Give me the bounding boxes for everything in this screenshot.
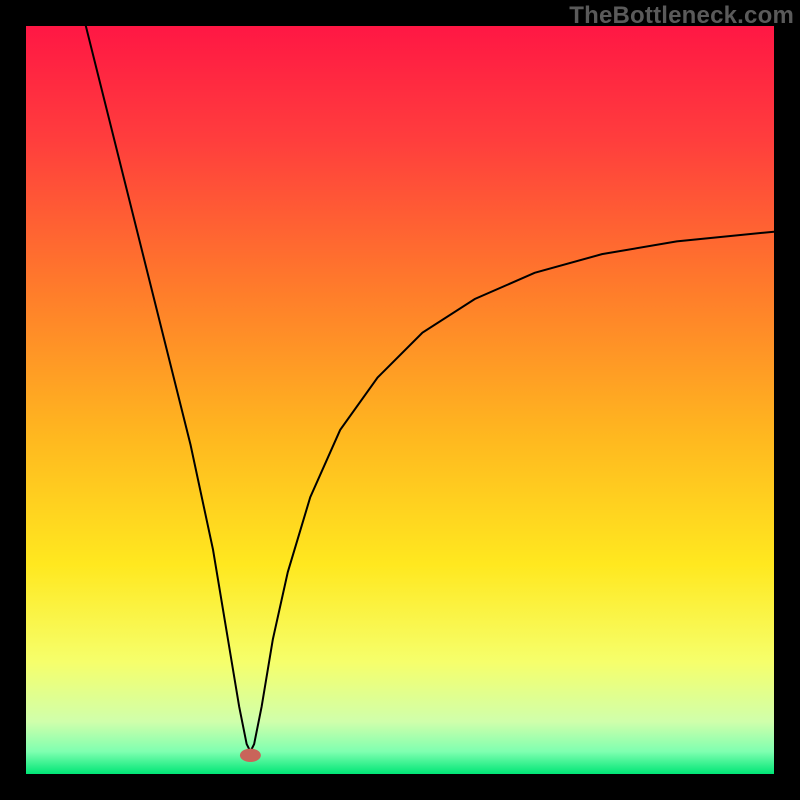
bottleneck-curve-chart: [26, 26, 774, 774]
gradient-background: [26, 26, 774, 774]
plot-area: [26, 26, 774, 774]
watermark-text: TheBottleneck.com: [569, 2, 794, 30]
vertex-marker: [240, 749, 261, 762]
chart-frame: TheBottleneck.com: [0, 0, 800, 800]
